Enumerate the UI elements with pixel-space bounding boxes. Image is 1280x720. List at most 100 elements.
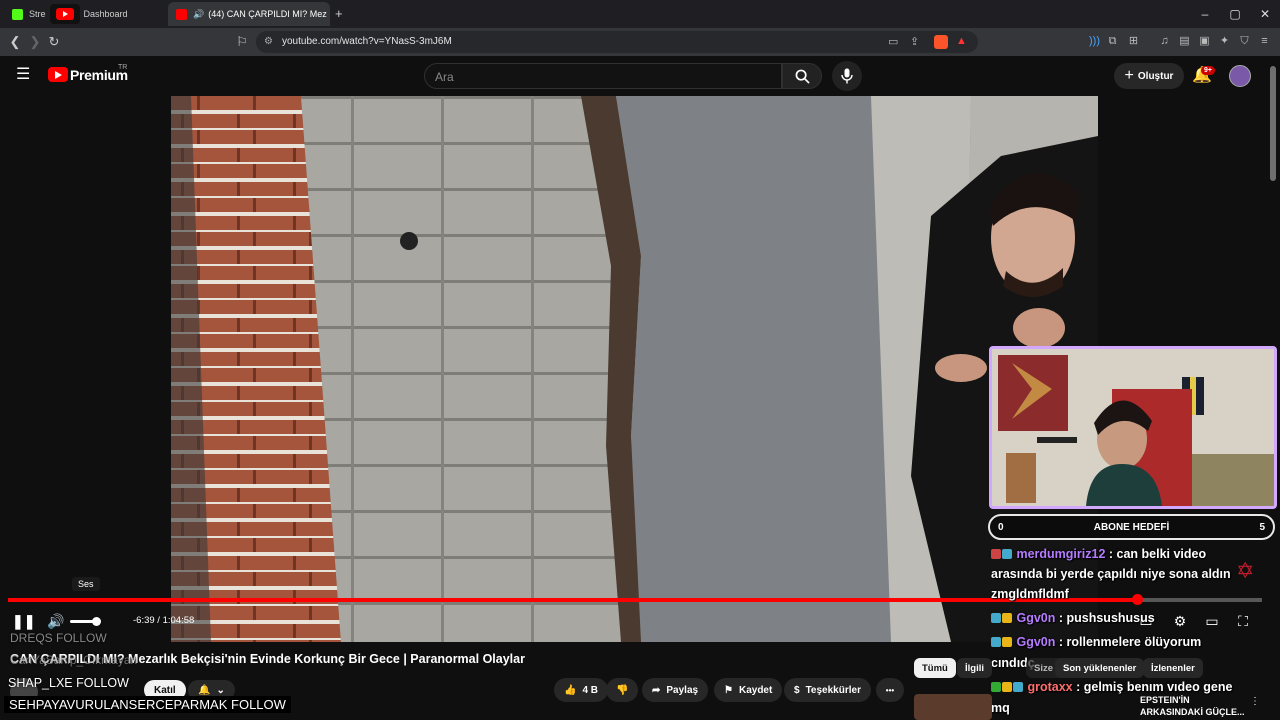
more-actions-button[interactable]: ••• bbox=[876, 678, 904, 702]
site-info-icon[interactable]: ⚙ bbox=[264, 36, 273, 47]
share-icon[interactable]: ⇪ bbox=[910, 35, 919, 48]
tab-label: Stre bbox=[29, 9, 46, 19]
close-window-button[interactable]: ✕ bbox=[1250, 4, 1280, 24]
video-player[interactable] bbox=[171, 96, 1098, 642]
fullscreen-icon[interactable]: ⛶ bbox=[1234, 612, 1252, 630]
chat-badge-icon bbox=[1002, 682, 1012, 692]
chip-recent[interactable]: Son yüklenenler bbox=[1055, 658, 1145, 678]
back-icon[interactable]: ❮ bbox=[7, 34, 23, 50]
youtube-logo-icon[interactable] bbox=[48, 67, 68, 82]
thanks-button[interactable]: $ Teşekkürler bbox=[784, 678, 871, 702]
browser-tab-bar: Stre Dashboard 🔊 (44) CAN ÇARPILDI MI? M… bbox=[0, 0, 1280, 28]
pause-icon[interactable]: ❚❚ bbox=[12, 612, 35, 630]
kick-icon bbox=[12, 8, 23, 20]
chat-username: Ggv0n bbox=[1016, 611, 1056, 625]
chat-username: grotaxx bbox=[1027, 680, 1073, 694]
rewards-icon[interactable]: ▲ bbox=[956, 35, 967, 47]
chip-related[interactable]: İlgili bbox=[957, 658, 992, 678]
volume-tooltip: Ses bbox=[72, 577, 100, 591]
notification-count-badge: 9+ bbox=[1201, 66, 1215, 75]
chat-message: Ggv0n : rollenmelere ölüyorum bbox=[991, 632, 1201, 652]
goal-label: ABONE HEDEFİ bbox=[1093, 521, 1170, 533]
progress-fill bbox=[8, 598, 1137, 602]
next-video-thumbnail[interactable] bbox=[914, 694, 992, 720]
vpn-icon[interactable]: ⛉ bbox=[1238, 35, 1251, 48]
follow-alert: SEHPAYAVURULANSERCEPARMAK FOLLOW bbox=[4, 696, 291, 713]
chat-message: Ggv0n : pushsushusus bbox=[991, 608, 1155, 628]
create-label: Oluştur bbox=[1137, 70, 1174, 82]
reload-icon[interactable]: ↻ bbox=[46, 34, 62, 50]
dislike-icon: 👎 bbox=[616, 684, 629, 696]
volume-icon[interactable]: 🔊 bbox=[47, 612, 65, 630]
like-button[interactable]: 👍 4 B bbox=[554, 678, 609, 702]
youtube-header: ☰ Premium TR Ara + Oluştur 🔔 9+ bbox=[0, 56, 1280, 96]
chip-watched[interactable]: İzlenenler bbox=[1143, 658, 1203, 678]
voice-search-button[interactable] bbox=[832, 61, 862, 91]
address-bar[interactable]: ⚙ youtube.com/watch?v=YNasS-3mJ6M ▭ ⇪ ▲ bbox=[256, 31, 978, 53]
theater-mode-icon[interactable]: ▭ bbox=[1203, 612, 1221, 630]
create-button[interactable]: + Oluştur bbox=[1114, 63, 1184, 89]
chat-badge-icon bbox=[991, 549, 1001, 559]
new-tab-button[interactable]: + bbox=[335, 6, 343, 21]
chat-username: merdumgiriz12 bbox=[1016, 547, 1106, 561]
save-label: Kaydet bbox=[738, 684, 773, 696]
tab-youtube-video[interactable]: 🔊 (44) CAN ÇARPILDI MI? Mez ✕ bbox=[168, 2, 330, 26]
chevron-down-icon: ⌄ bbox=[216, 684, 225, 696]
next-title-line: EPSTEIN'İN bbox=[1140, 695, 1190, 705]
leo-icon[interactable]: ✦ bbox=[1218, 35, 1231, 48]
settings-gear-icon[interactable]: ⚙ bbox=[1171, 612, 1189, 630]
menu-icon[interactable]: ≡ bbox=[1258, 35, 1271, 48]
time-total: 1:04:58 bbox=[162, 615, 195, 626]
time-display: -6:39 / 1:04:58 bbox=[133, 615, 194, 626]
next-video-title[interactable]: EPSTEIN'İN ARKASINDAKİ GÜÇLE... bbox=[1140, 694, 1245, 718]
tab-label-2: Dashboard bbox=[83, 9, 128, 19]
kebab-menu-icon[interactable]: ⋮ bbox=[1250, 696, 1260, 707]
region-label: TR bbox=[118, 64, 128, 71]
puzzle-icon[interactable]: ⊞ bbox=[1127, 35, 1140, 48]
microphone-icon bbox=[841, 68, 853, 84]
share-arrow-icon: ➦ bbox=[652, 684, 661, 696]
chat-message-continuation: mq bbox=[991, 701, 1010, 715]
chat-badge-icon bbox=[991, 682, 1001, 692]
follow-alert: DREQS FOLLOW bbox=[10, 631, 107, 645]
super-thanks-icon: $ bbox=[794, 684, 800, 696]
goal-target: 5 bbox=[1259, 521, 1265, 533]
search-input[interactable]: Ara bbox=[424, 63, 782, 89]
search-icon bbox=[795, 69, 810, 84]
tab-close-icon[interactable]: ✕ bbox=[327, 9, 330, 20]
chat-username: Ggv0n bbox=[1016, 635, 1056, 649]
share-button[interactable]: ➦ Paylaş bbox=[642, 678, 709, 702]
hamburger-menu-icon[interactable]: ☰ bbox=[16, 67, 30, 83]
speaker-icon: 🔊 bbox=[193, 8, 205, 19]
like-icon: 👍 bbox=[564, 684, 577, 696]
chat-message: merdumgiriz12 : can belki video arasında… bbox=[991, 544, 1251, 604]
bookmark-icon[interactable]: ⚐ bbox=[234, 34, 250, 50]
avatar[interactable] bbox=[1229, 65, 1251, 87]
cast-icon[interactable]: ▭ bbox=[888, 35, 898, 48]
page-scrollbar[interactable] bbox=[1270, 66, 1276, 181]
chat-badge-icon bbox=[1002, 637, 1012, 647]
save-button[interactable]: ⚑ Kaydet bbox=[714, 678, 783, 702]
youtube-overlay-icon bbox=[49, 4, 80, 24]
chip-all[interactable]: Tümü bbox=[914, 658, 956, 678]
volume-handle[interactable] bbox=[92, 617, 101, 626]
chat-badge-icon bbox=[991, 637, 1001, 647]
sidebar-icon[interactable]: ▤ bbox=[1178, 35, 1191, 48]
brave-shield-icon[interactable] bbox=[934, 35, 948, 49]
maximize-button[interactable]: ▢ bbox=[1220, 4, 1250, 24]
extension-icon[interactable]: ⧉ bbox=[1106, 35, 1119, 48]
tab-dashboard[interactable]: Stre Dashboard bbox=[4, 2, 164, 26]
pentagram-icon: ✡ bbox=[1236, 558, 1255, 583]
minimize-button[interactable]: – bbox=[1190, 4, 1220, 24]
forward-icon[interactable]: ❯ bbox=[27, 34, 43, 50]
dislike-button[interactable]: 👎 bbox=[606, 678, 639, 702]
follow-alert: CanYaSahip_Cıkmayan bbox=[10, 653, 138, 667]
search-button[interactable] bbox=[782, 63, 822, 89]
tab-label: (44) CAN ÇARPILDI MI? Mez bbox=[208, 9, 327, 19]
streamer-webcam bbox=[989, 346, 1277, 509]
thanks-label: Teşekkürler bbox=[805, 684, 861, 696]
music-icon[interactable]: ♫ bbox=[1158, 35, 1171, 48]
chat-badge-icon bbox=[991, 613, 1001, 623]
wallet-icon[interactable]: ▣ bbox=[1198, 35, 1211, 48]
translate-icon[interactable]: ))) bbox=[1088, 35, 1101, 48]
